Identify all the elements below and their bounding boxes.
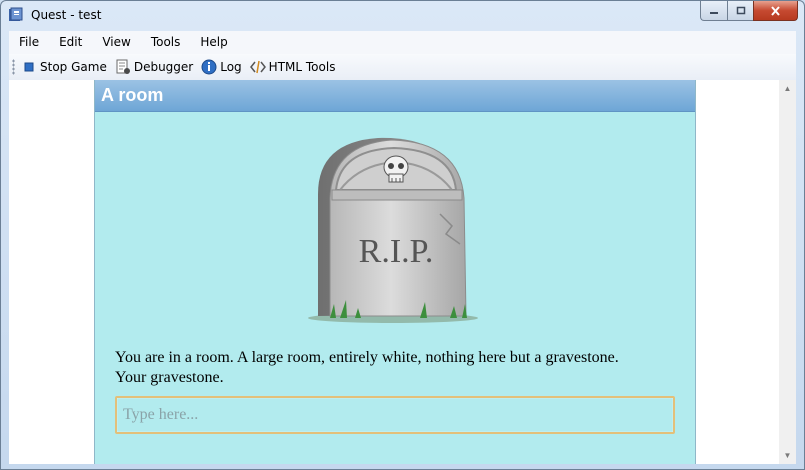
room-header: A room (95, 80, 695, 112)
stop-game-label: Stop Game (40, 60, 107, 74)
description-line: Your gravestone. (115, 369, 224, 386)
debugger-icon (115, 59, 131, 75)
code-tools-icon (249, 59, 266, 75)
html-tools-label: HTML Tools (268, 60, 336, 74)
stop-game-button[interactable]: Stop Game (21, 59, 107, 75)
command-input-box (115, 396, 675, 434)
menu-file[interactable]: File (9, 31, 49, 54)
game-content-area: A room R.I.P. You are in a room. A large… (9, 80, 796, 464)
window-title: Quest - test (31, 8, 102, 22)
scroll-up-arrow-icon[interactable]: ▲ (779, 80, 796, 97)
gravestone-image: R.I.P. (308, 137, 478, 323)
menu-edit[interactable]: Edit (49, 31, 92, 54)
debugger-label: Debugger (133, 60, 194, 74)
stop-icon (21, 59, 37, 75)
maximize-icon (736, 6, 745, 14)
close-button[interactable] (753, 1, 798, 21)
log-button[interactable]: Log (201, 59, 242, 75)
title-bar[interactable]: Quest - test (1, 1, 804, 31)
toolbar: Stop Game Debugger Log HTML Tools (9, 54, 796, 81)
window-controls (700, 1, 798, 21)
log-label: Log (220, 60, 242, 74)
app-window: Quest - test File Edit View Tools Help S… (0, 0, 805, 470)
room-title: A room (101, 85, 164, 105)
minimize-icon (710, 11, 718, 14)
menu-view[interactable]: View (92, 31, 140, 54)
vertical-scrollbar[interactable]: ▲ ▼ (779, 80, 796, 464)
quest-app-icon (9, 7, 23, 21)
menu-bar: File Edit View Tools Help (9, 31, 796, 54)
room-description: You are in a room. A large room, entirel… (115, 348, 675, 388)
info-icon (201, 59, 217, 75)
gravestone-text: R.I.P. (359, 233, 434, 270)
description-line: You are in a room. A large room, entirel… (115, 349, 619, 366)
menu-help[interactable]: Help (190, 31, 237, 54)
html-tools-button[interactable]: HTML Tools (249, 59, 336, 75)
maximize-button[interactable] (727, 1, 753, 21)
debugger-button[interactable]: Debugger (115, 59, 193, 75)
minimize-button[interactable] (700, 1, 727, 21)
scroll-down-arrow-icon[interactable]: ▼ (779, 447, 796, 464)
toolbar-grip[interactable] (12, 59, 15, 75)
menu-tools[interactable]: Tools (141, 31, 191, 54)
game-panel: A room R.I.P. You are in a room. A large… (94, 80, 696, 464)
close-icon (771, 5, 780, 16)
command-input[interactable] (117, 398, 673, 432)
